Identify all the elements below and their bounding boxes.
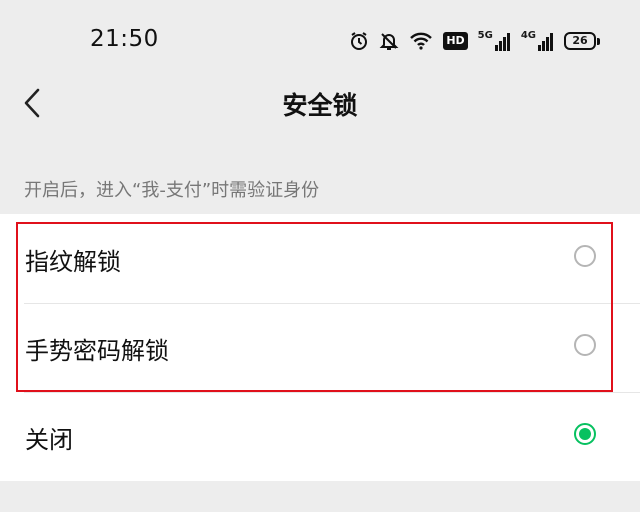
battery-level: 26 [564,32,596,50]
hint-text: 开启后，进入“我-支付”时需验证身份 [24,180,320,201]
radio-unchecked-icon[interactable] [574,334,596,356]
option-label: 关闭 [25,426,73,454]
option-fingerprint-unlock[interactable]: 指纹解锁 [0,214,640,303]
option-label: 手势密码解锁 [25,337,169,365]
nav-bar: 安全锁 [0,80,640,126]
option-label: 指纹解锁 [25,248,121,276]
option-gesture-unlock[interactable]: 手势密码解锁 [0,303,640,392]
wifi-icon [409,31,433,51]
page-title: 安全锁 [282,91,358,120]
status-time: 21:50 [90,26,159,52]
alarm-icon [349,31,369,51]
option-off[interactable]: 关闭 [0,392,640,481]
signal-5g-icon: 5G [478,31,511,51]
battery-icon: 26 [564,32,600,50]
radio-unchecked-icon[interactable] [574,245,596,267]
radio-checked-icon[interactable] [574,423,596,445]
signal-4g-label: 4G [520,30,536,41]
option-list: 指纹解锁 手势密码解锁 关闭 [0,214,640,481]
signal-4g-icon: 4G [521,31,554,51]
status-bar: 21:50 HD 5G 4G 26 [0,0,640,80]
status-icons: HD 5G 4G 26 [349,28,600,54]
hd-icon: HD [443,32,468,50]
signal-5g-label: 5G [477,30,493,41]
bell-off-icon [379,31,399,51]
